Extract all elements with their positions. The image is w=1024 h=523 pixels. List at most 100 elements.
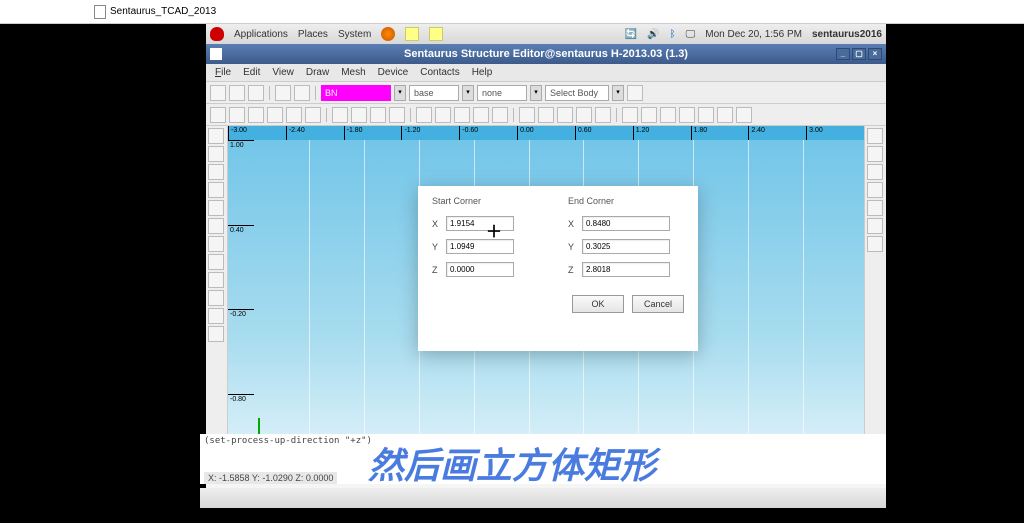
minimize-button[interactable]: _ [836,48,850,60]
t15-icon[interactable] [698,107,714,123]
t1-icon[interactable] [416,107,432,123]
t5-icon[interactable] [492,107,508,123]
none-dropdown-icon[interactable]: ▾ [530,85,542,101]
refresh-icon[interactable] [208,326,224,342]
p8-icon[interactable] [208,254,224,270]
gnome-bottom-panel[interactable] [200,488,886,508]
menu-system[interactable]: System [338,29,371,40]
select-icon[interactable] [208,128,224,144]
cancel-button[interactable]: Cancel [632,295,684,313]
r7-icon[interactable] [867,236,883,252]
r6-icon[interactable] [867,218,883,234]
menu-file[interactable]: FFileile [210,66,236,79]
rect-icon[interactable] [210,107,226,123]
maximize-button[interactable]: ▢ [852,48,866,60]
menu-help[interactable]: Help [467,66,498,79]
redo-icon[interactable] [294,85,310,101]
p10-icon[interactable] [208,290,224,306]
zoom-icon[interactable] [208,164,224,180]
close-button[interactable]: × [868,48,882,60]
circle-icon[interactable] [229,107,245,123]
menu-applications[interactable]: Applications [234,29,288,40]
base-dropdown-icon[interactable]: ▾ [462,85,474,101]
note-icon[interactable] [405,27,419,41]
undo-icon[interactable] [275,85,291,101]
panel-user[interactable]: sentaurus2016 [812,29,882,40]
t8-icon[interactable] [557,107,573,123]
open-icon[interactable] [229,85,245,101]
t6-icon[interactable] [519,107,535,123]
spline-icon[interactable] [305,107,321,123]
select-body-combo[interactable]: Select Body [545,85,609,101]
sphere-icon[interactable] [370,107,386,123]
t9-icon[interactable] [576,107,592,123]
p9-icon[interactable] [208,272,224,288]
firefox-icon[interactable] [381,27,395,41]
t4-icon[interactable] [473,107,489,123]
start-z-input[interactable] [446,262,514,277]
tray-volume-icon[interactable]: 🔊 [647,29,659,40]
tray-display-icon[interactable]: 🖵 [686,29,696,40]
cube-icon[interactable] [332,107,348,123]
app-icon[interactable] [210,48,222,60]
r5-icon[interactable] [867,200,883,216]
r3-icon[interactable] [867,164,883,180]
menu-places[interactable]: Places [298,29,328,40]
grid-icon[interactable] [208,218,224,234]
menu-mesh[interactable]: Mesh [336,66,370,79]
cone-icon[interactable] [389,107,405,123]
cyl-icon[interactable] [351,107,367,123]
host-file-tab[interactable]: Sentaurus_TCAD_2013 [88,3,222,21]
none-combo[interactable]: none [477,85,527,101]
save-icon[interactable] [248,85,264,101]
line-icon[interactable] [267,107,283,123]
material-combo[interactable]: BN [321,85,391,101]
menu-device[interactable]: Device [373,66,414,79]
base-combo[interactable]: base [409,85,459,101]
rotate-icon[interactable] [208,182,224,198]
ok-button[interactable]: OK [572,295,624,313]
r4-icon[interactable] [867,182,883,198]
p7-icon[interactable] [208,236,224,252]
t12-icon[interactable] [641,107,657,123]
tray-update-icon[interactable]: 🔄 [625,29,637,40]
drawing-canvas[interactable]: -3.00 -2.40 -1.80 -1.20 -0.60 0.00 0.60 … [228,126,864,478]
redhat-icon[interactable] [210,27,224,41]
start-y-input[interactable] [446,239,514,254]
r1-icon[interactable] [867,128,883,144]
menu-view[interactable]: View [267,66,299,79]
t10-icon[interactable] [595,107,611,123]
note2-icon[interactable] [429,27,443,41]
end-y-input[interactable] [582,239,670,254]
poly-icon[interactable] [248,107,264,123]
t2-icon[interactable] [435,107,451,123]
crosshair-cursor-icon: ＋ [486,218,502,242]
panel-clock[interactable]: Mon Dec 20, 1:56 PM [705,29,802,40]
hand-icon[interactable] [208,200,224,216]
menu-draw[interactable]: Draw [301,66,334,79]
menu-contacts[interactable]: Contacts [415,66,464,79]
t13-icon[interactable] [660,107,676,123]
material-dropdown-icon[interactable]: ▾ [394,85,406,101]
pan-icon[interactable] [208,146,224,162]
tool-extra-icon[interactable] [627,85,643,101]
left-tool-palette [206,126,228,478]
r2-icon[interactable] [867,146,883,162]
t11-icon[interactable] [622,107,638,123]
select-dropdown-icon[interactable]: ▾ [612,85,624,101]
arc-icon[interactable] [286,107,302,123]
t3-icon[interactable] [454,107,470,123]
end-z-input[interactable] [582,262,670,277]
t16-icon[interactable] [717,107,733,123]
end-x-input[interactable] [582,216,670,231]
t17-icon[interactable] [736,107,752,123]
tray-bluetooth-icon[interactable]: ᛒ [670,29,676,40]
t7-icon[interactable] [538,107,554,123]
ruler-tick: 1.20 [636,127,650,134]
corner-dialog: Start Corner X Y Z End Corner X Y Z OK C… [418,186,698,351]
t14-icon[interactable] [679,107,695,123]
new-icon[interactable] [210,85,226,101]
fit-icon[interactable] [208,308,224,324]
start-x-input[interactable] [446,216,514,231]
menu-edit[interactable]: Edit [238,66,265,79]
